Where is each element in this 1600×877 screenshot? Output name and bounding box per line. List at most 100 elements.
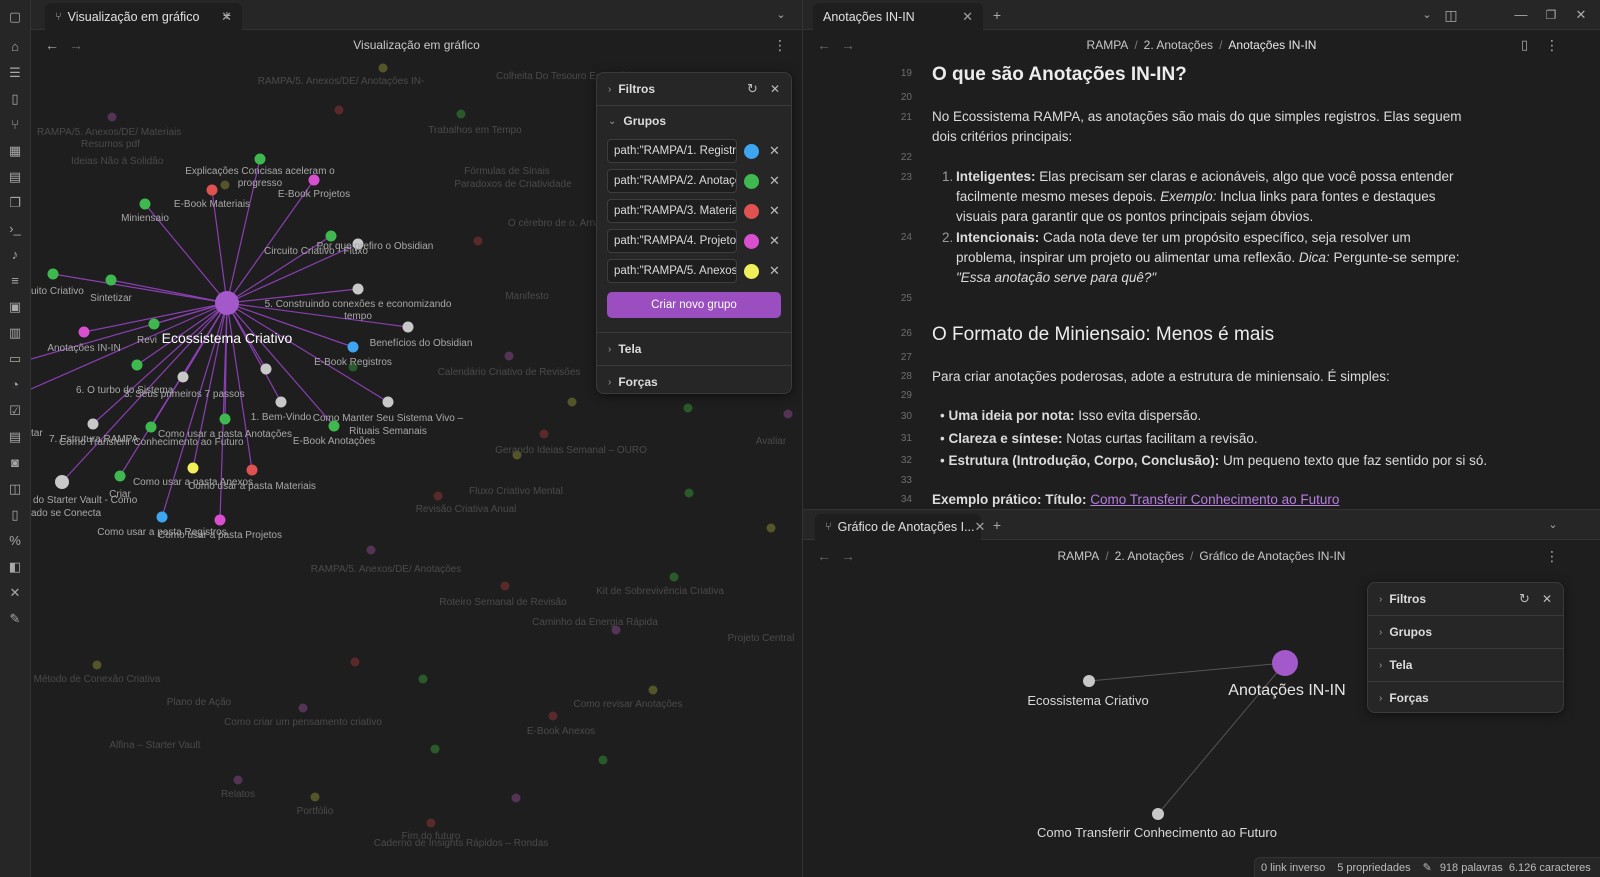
graph-node-dim[interactable] [567,397,577,407]
group-color-swatch[interactable] [744,173,759,189]
filters-section-header[interactable]: › Filtros ↻ ✕ [1368,583,1563,615]
graph-node-dim[interactable] [334,105,344,115]
graph-node-dim[interactable] [539,429,549,439]
graph-node[interactable] [114,470,126,482]
graph-node[interactable] [275,396,287,408]
new-tab-icon[interactable]: + [989,517,1005,533]
graph-node[interactable] [325,230,337,242]
graph-node[interactable] [382,396,394,408]
graph-node[interactable] [254,153,266,165]
create-group-button[interactable]: Criar novo grupo [607,292,781,318]
graph-node-dim[interactable] [350,657,360,667]
graph-node-dim[interactable] [433,491,443,501]
display-section-header[interactable]: › Tela [597,333,791,365]
graph-node-dim[interactable] [684,488,694,498]
remove-group-icon[interactable]: ✕ [769,263,780,279]
file-icon[interactable]: ▯ [6,90,24,108]
graph-node[interactable] [177,371,189,383]
pencil-icon[interactable]: ✎ [1423,861,1432,874]
breadcrumb-item[interactable]: RAMPA [1087,38,1129,52]
chevron-down-icon[interactable]: ⌄ [1419,7,1435,23]
copy-icon[interactable]: ❐ [6,194,24,212]
group-query-input[interactable]: path:"RAMPA/1. Registro [607,139,737,163]
graph-node-dim[interactable] [783,409,793,419]
groups-section-header[interactable]: ⌄ Grupos [597,106,791,136]
forward-arrow-icon[interactable]: → [841,548,855,564]
remove-group-icon[interactable]: ✕ [769,143,780,159]
group-color-swatch[interactable] [744,143,759,159]
group-query-input[interactable]: path:"RAMPA/2. Anotaçõ [607,169,737,193]
properties-count[interactable]: 5 propriedades [1337,862,1410,874]
kanban-icon[interactable]: ▥ [6,324,24,342]
sidebar-toggle-icon[interactable]: ▢ [6,8,24,26]
graph-node-active[interactable] [1272,650,1298,676]
group-color-swatch[interactable] [744,203,759,219]
new-tab-icon[interactable]: + [219,7,235,23]
more-options-icon[interactable]: ⋮ [1545,548,1559,564]
chevron-down-icon[interactable]: ⌄ [773,7,789,23]
list-icon[interactable]: ☰ [6,64,24,82]
graph-node-dim[interactable] [298,703,308,713]
graph-node[interactable] [219,413,231,425]
gauge-icon[interactable]: ◔ [6,376,24,394]
minimize-icon[interactable]: — [1513,7,1529,23]
graph-node-dim[interactable] [220,180,230,190]
graph-node-dim[interactable] [766,523,776,533]
graph-node-dim[interactable] [473,236,483,246]
image-icon[interactable]: ▣ [6,298,24,316]
graph-node-dim[interactable] [683,403,693,413]
graph-node-dim[interactable] [233,775,243,785]
graph-node[interactable] [206,184,218,196]
breadcrumb-item[interactable]: 2. Anotações [1115,549,1184,563]
layout-icon[interactable]: ▭ [6,350,24,368]
group-color-swatch[interactable] [744,263,759,279]
graph-node-dim[interactable] [366,545,376,555]
graph-node-dim[interactable] [598,755,608,765]
remove-group-icon[interactable]: ✕ [769,233,780,249]
magic-icon[interactable]: ✎ [6,610,24,628]
graph-node[interactable] [1083,675,1095,687]
graph-node-dim[interactable] [426,818,436,828]
list-plus-icon[interactable]: ≡ [6,272,24,290]
graph-node-dim[interactable] [500,581,510,591]
graph-icon[interactable]: ⑂ [6,116,24,134]
graph-node[interactable] [78,326,90,338]
graph-node-dim[interactable] [511,793,521,803]
graph-node[interactable] [352,283,364,295]
group-color-swatch[interactable] [744,233,759,249]
breadcrumb-item[interactable]: RAMPA [1058,549,1100,563]
close-window-icon[interactable]: ✕ [1573,7,1589,23]
book-icon[interactable]: ▯ [6,506,24,524]
filters-section-header[interactable]: › Filtros ↻ ✕ [597,73,791,105]
reset-icon[interactable]: ↻ [747,81,758,97]
graph-node-dim[interactable] [310,792,320,802]
home-icon[interactable]: ⌂ [6,38,24,56]
graph-node[interactable] [87,418,99,430]
close-tab-icon[interactable]: ✕ [975,519,986,535]
robot-icon[interactable]: ◙ [6,454,24,472]
groups-section-header[interactable]: › Grupos [1368,616,1563,648]
forward-arrow-icon[interactable]: → [69,37,83,53]
graph-node[interactable] [145,421,157,433]
forward-arrow-icon[interactable]: → [841,37,855,53]
graph-node-dim[interactable] [430,744,440,754]
tab-local-graph[interactable]: ⑂ Gráfico de Anotações I... ✕ [815,514,985,540]
close-icon[interactable]: ✕ [770,82,780,96]
breadcrumb-current[interactable]: Anotações IN-IN [1228,38,1316,52]
chevron-down-icon[interactable]: ⌄ [1545,517,1561,533]
more-options-icon[interactable]: ⋮ [1545,37,1559,53]
more-options-icon[interactable]: ⋮ [773,37,787,53]
graph-node-dim[interactable] [648,685,658,695]
graph-node[interactable] [105,274,117,286]
graph-node[interactable] [402,321,414,333]
new-tab-icon[interactable]: + [989,7,1005,23]
internal-link[interactable]: Como Transferir Conhecimento ao Futuro [1090,492,1339,507]
graph-node[interactable] [1152,808,1164,820]
calendar-icon[interactable]: ▤ [6,168,24,186]
graph-node-dim[interactable] [548,711,558,721]
back-arrow-icon[interactable]: ← [817,37,831,53]
forces-section-header[interactable]: › Forças [597,366,791,398]
graph-node-dim[interactable] [456,109,466,119]
stack-icon[interactable]: ◧ [6,558,24,576]
graph-node[interactable] [47,268,59,280]
